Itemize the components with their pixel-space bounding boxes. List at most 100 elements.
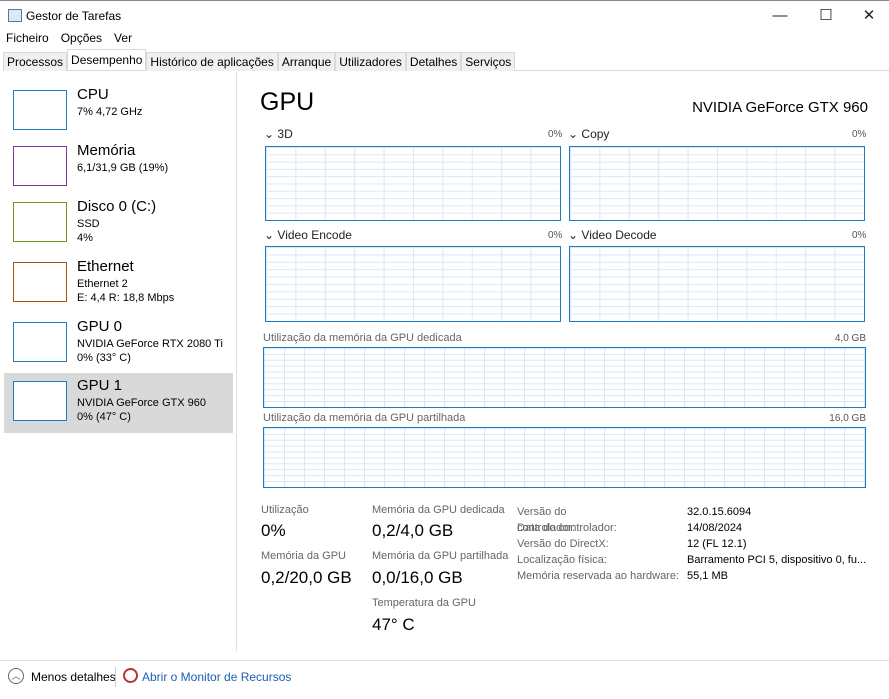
gpu-device-name: NVIDIA GeForce GTX 960 [692, 99, 868, 116]
tab-servicos[interactable]: Serviços [461, 52, 516, 71]
item-detail: 7% 4,72 GHz [77, 106, 143, 118]
menu-opcoes[interactable]: Opções [61, 31, 102, 45]
sidebar-item-gpu-0[interactable]: GPU 0 NVIDIA GeForce RTX 2080 Ti 0% (33°… [4, 314, 233, 374]
title-bar: Gestor de Tarefas — ☐ ✕ [0, 0, 889, 30]
gpu-memory-value: 0,2/20,0 GB [261, 568, 352, 587]
minimize-button[interactable]: — [765, 5, 795, 27]
engine-pct: 0% [548, 230, 563, 241]
engine-pct: 0% [548, 129, 563, 140]
detail-key: Memória reservada ao hardware: [517, 570, 680, 582]
detail-value: 32.0.15.6094 [687, 506, 752, 518]
detail-value: 12 (FL 12.1) [687, 538, 747, 550]
tab-desempenho[interactable]: Desempenho [67, 49, 147, 70]
open-resource-monitor-link[interactable]: Abrir o Monitor de Recursos [142, 670, 291, 684]
utilization-label: Utilização [261, 504, 309, 516]
menu-bar: Ficheiro Opções Ver [6, 31, 132, 45]
chevron-down-icon: ⌄ [568, 127, 579, 141]
shared-value: 0,0/16,0 GB [372, 568, 463, 587]
item-name: Disco 0 (C:) [77, 198, 157, 215]
detail-value: 14/08/2024 [687, 522, 743, 534]
engine-label: Video Encode [277, 228, 352, 242]
shared-memory-label: Utilização da memória da GPU partilhada [263, 412, 466, 424]
chevron-down-icon: ⌄ [264, 127, 275, 141]
engine-label: Copy [581, 127, 610, 141]
chevron-down-icon: ⌄ [264, 228, 275, 242]
disk-thumbnail-graph [13, 202, 67, 242]
item-detail: E: 4,4 R: 18,8 Mbps [77, 292, 175, 304]
dedicated-value: 0,2/4,0 GB [372, 521, 454, 540]
tab-historico[interactable]: Histórico de aplicações [146, 52, 278, 71]
divider [115, 667, 116, 687]
resource-sidebar: CPU 7% 4,72 GHz Memória 6,1/31,9 GB (19%… [0, 72, 237, 652]
item-name: CPU [77, 86, 109, 103]
sidebar-item-memory[interactable]: Memória 6,1/31,9 GB (19%) [4, 138, 233, 198]
graph-shared-memory [263, 427, 866, 488]
dedicated-memory-label: Utilização da memória da GPU dedicada [263, 332, 462, 344]
tab-arranque[interactable]: Arranque [277, 52, 336, 71]
footer: ︿ Menos detalhes Abrir o Monitor de Recu… [0, 660, 889, 699]
graph-dedicated-memory [263, 347, 866, 408]
engine-label: 3D [277, 127, 293, 141]
item-name: Ethernet [77, 258, 134, 275]
ethernet-thumbnail-graph [13, 262, 67, 302]
close-button[interactable]: ✕ [854, 5, 884, 27]
fewer-details-button[interactable]: Menos detalhes [31, 670, 116, 684]
memory-thumbnail-graph [13, 146, 67, 186]
temperature-value: 47° C [372, 615, 415, 634]
engine-selector-video-decode[interactable]: ⌄ Video Decode [568, 228, 657, 242]
engine-selector-copy[interactable]: ⌄ Copy [568, 127, 609, 141]
page-title: GPU [260, 88, 315, 116]
detail-value: 55,1 MB [687, 570, 728, 582]
item-detail: 6,1/31,9 GB (19%) [77, 162, 169, 174]
item-detail: 0% (47° C) [77, 411, 131, 423]
tab-processos[interactable]: Processos [3, 52, 68, 71]
graph-video-encode [265, 246, 561, 322]
temperature-label: Temperatura da GPU [372, 597, 476, 609]
graph-video-decode [569, 246, 865, 322]
tab-utilizadores[interactable]: Utilizadores [335, 52, 406, 71]
sidebar-item-ethernet[interactable]: Ethernet Ethernet 2 E: 4,4 R: 18,8 Mbps [4, 254, 233, 314]
detail-key: Data do controlador: [517, 522, 617, 534]
dedicated-label: Memória da GPU dedicada [372, 504, 505, 516]
utilization-value: 0% [261, 521, 286, 540]
resource-monitor-icon [123, 668, 138, 683]
sidebar-item-cpu[interactable]: CPU 7% 4,72 GHz [4, 82, 233, 142]
menu-ver[interactable]: Ver [114, 31, 132, 45]
gpu-memory-label: Memória da GPU [261, 550, 346, 562]
gpu0-thumbnail-graph [13, 322, 67, 362]
item-name: Memória [77, 142, 136, 159]
graph-copy [569, 146, 865, 221]
engine-selector-3d[interactable]: ⌄ 3D [264, 127, 293, 141]
item-detail: NVIDIA GeForce GTX 960 [77, 397, 206, 409]
dedicated-memory-max: 4,0 GB [834, 333, 866, 344]
task-manager-icon [8, 9, 22, 22]
engine-selector-video-encode[interactable]: ⌄ Video Encode [264, 228, 352, 242]
item-detail: SSD [77, 218, 100, 230]
sidebar-item-gpu-1[interactable]: GPU 1 NVIDIA GeForce GTX 960 0% (47° C) [4, 373, 233, 433]
maximize-button[interactable]: ☐ [811, 5, 841, 27]
window-title: Gestor de Tarefas [26, 9, 122, 23]
item-name: GPU 0 [77, 318, 123, 335]
detail-key: Versão do DirectX: [517, 538, 609, 550]
detail-key: Localização física: [517, 554, 607, 566]
item-name: GPU 1 [77, 377, 123, 394]
chevron-up-icon[interactable]: ︿ [8, 668, 24, 684]
engine-pct: 0% [852, 230, 867, 241]
cpu-thumbnail-graph [13, 90, 67, 130]
engine-pct: 0% [852, 129, 867, 140]
menu-ficheiro[interactable]: Ficheiro [6, 31, 49, 45]
detail-value: Barramento PCI 5, dispositivo 0, fu... [687, 554, 867, 566]
gpu1-thumbnail-graph [13, 381, 67, 421]
graph-3d [265, 146, 561, 221]
item-detail: Ethernet 2 [77, 278, 128, 290]
shared-label: Memória da GPU partilhada [372, 550, 509, 562]
tab-bar: Processos Desempenho Histórico de aplica… [3, 49, 889, 71]
engine-label: Video Decode [581, 228, 657, 242]
chevron-down-icon: ⌄ [568, 228, 579, 242]
item-detail: 0% (33° C) [77, 352, 131, 364]
sidebar-item-disk[interactable]: Disco 0 (C:) SSD 4% [4, 194, 233, 254]
shared-memory-max: 16,0 GB [829, 413, 866, 424]
item-detail: NVIDIA GeForce RTX 2080 Ti [77, 338, 223, 350]
item-detail: 4% [77, 232, 93, 244]
tab-detalhes[interactable]: Detalhes [405, 52, 462, 71]
